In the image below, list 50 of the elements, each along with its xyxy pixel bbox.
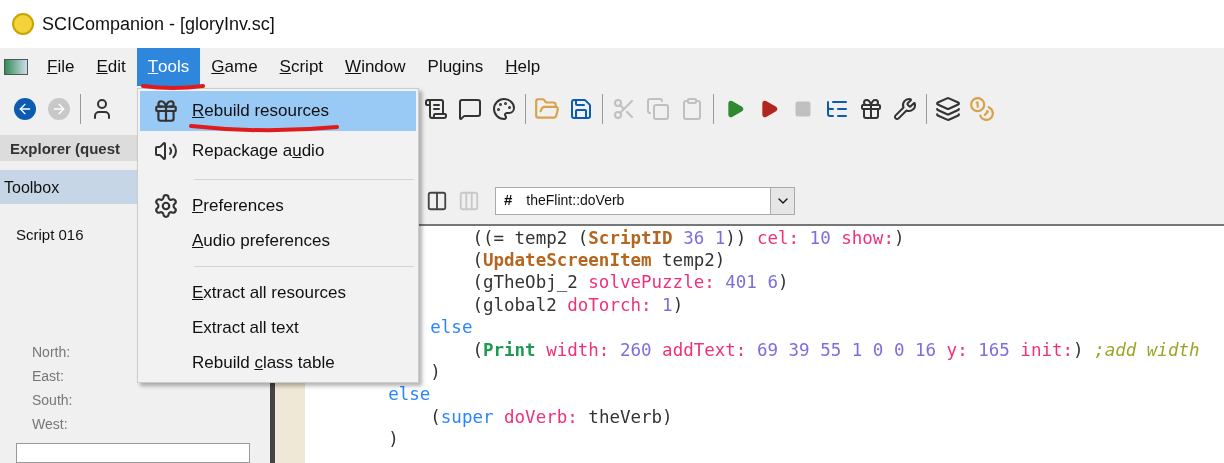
code-line: ) — [429, 360, 442, 384]
save-icon[interactable] — [569, 96, 593, 121]
code-line: (Print width: 260 addText: 69 39 55 1 0 0 16 y: 165 init:) ;add width — [471, 338, 1201, 361]
code-line: ((= temp2 (ScriptID 36 1)) cel: 10 show:) — [471, 226, 906, 249]
menu-item[interactable]: Help — [494, 48, 552, 87]
wrench-icon[interactable] — [893, 96, 917, 121]
gift-icon — [153, 98, 179, 124]
code-line: (gTheObj_2 solvePuzzle: 401 6) — [471, 271, 790, 294]
menu-item[interactable]: Script — [268, 48, 335, 87]
menu-option[interactable]: Extract all resources — [140, 275, 416, 310]
script-label: Script 016 — [16, 224, 84, 245]
input-field[interactable] — [16, 443, 250, 463]
window-title: SCICompanion - [gloryInv.sc] — [42, 12, 275, 36]
menu-item[interactable]: Window — [334, 48, 417, 87]
menu-item[interactable]: Tools — [136, 48, 201, 87]
code-line: (global2 doTorch: 1) — [471, 293, 685, 317]
menu-option[interactable]: Extract all text — [140, 310, 416, 345]
menu-option[interactable]: Rebuild resources — [140, 91, 416, 131]
play-icon[interactable] — [759, 98, 779, 119]
scroll-icon[interactable] — [424, 96, 448, 121]
back-icon[interactable] — [14, 97, 36, 120]
palette-icon[interactable] — [492, 96, 516, 121]
menu-item[interactable]: Plugins — [416, 48, 495, 87]
menu-item[interactable]: Game — [200, 48, 269, 87]
app-icon[interactable] — [4, 59, 28, 76]
code-line: (super doVerb: theVerb) — [429, 405, 674, 429]
settings-icon — [153, 192, 179, 219]
dropdown-value: theFlint::doVerb — [526, 191, 626, 210]
annotation-underline — [140, 81, 206, 91]
menu-item[interactable]: Edit — [85, 48, 137, 87]
stacked-windows-icon[interactable] — [935, 95, 961, 122]
hash-icon: # — [504, 189, 513, 212]
direction-label: South: — [32, 391, 73, 410]
direction-label: West: — [32, 415, 68, 434]
menu-option[interactable]: Rebuild class table — [140, 345, 416, 380]
play-icon[interactable] — [725, 98, 745, 119]
speech-bubble-icon[interactable] — [458, 96, 482, 121]
coin-icon — [12, 13, 34, 36]
gift-icon[interactable] — [859, 96, 883, 121]
code-line: ) — [387, 428, 400, 451]
speaker-icon — [154, 139, 178, 163]
direction-label: East: — [32, 367, 64, 386]
menu-item[interactable]: File — [36, 48, 86, 87]
code-line: (UpdateScreenItem temp2) — [471, 248, 727, 272]
direction-label: North: — [32, 343, 71, 362]
code-line: else — [387, 383, 432, 406]
menu-option[interactable]: Audio preferences — [140, 223, 416, 258]
code-line: else — [429, 316, 474, 339]
chevron-icon — [770, 187, 794, 214]
method-dropdown[interactable]: # theFlint::doVerb — [495, 186, 795, 215]
